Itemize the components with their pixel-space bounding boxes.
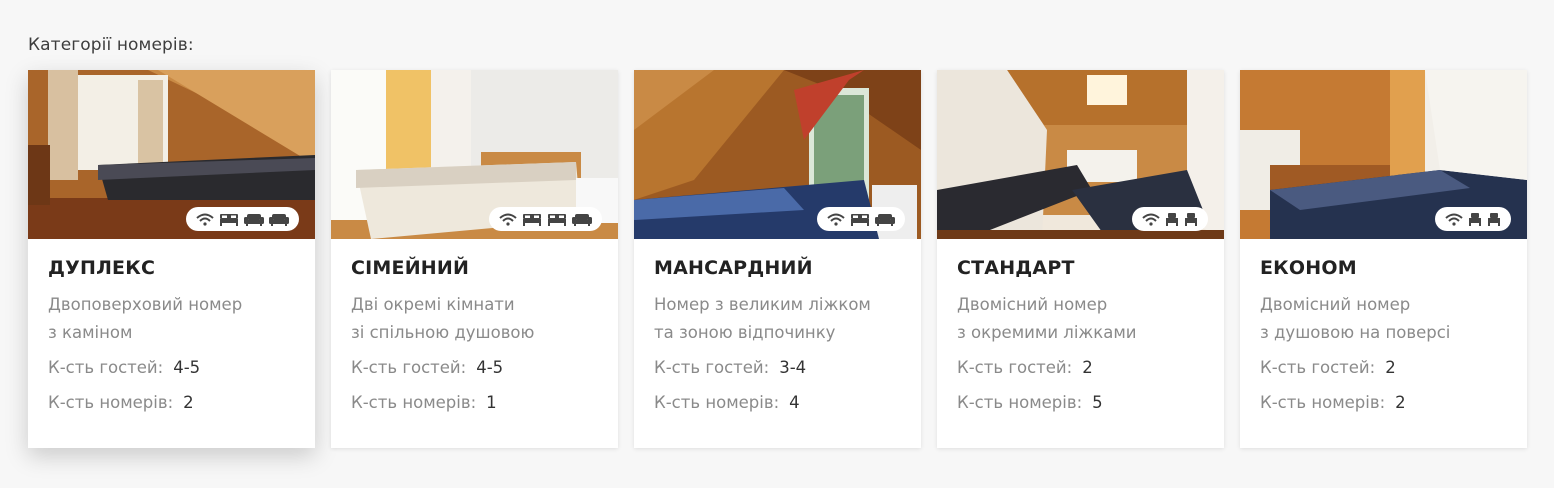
sofa-icon: [269, 213, 289, 226]
description-line: Номер з великим ліжком: [654, 295, 871, 314]
room-card-family[interactable]: СІМЕЙНИЙ Дві окремі кімнати зі спільною …: [331, 70, 618, 448]
sofa-icon: [572, 213, 592, 226]
rooms-value: 2: [1395, 393, 1406, 412]
description-line: з душовою на поверсі: [1260, 323, 1451, 342]
rooms-label: К-сть номерів:: [1260, 393, 1386, 412]
rooms-label: К-сть номерів:: [351, 393, 477, 412]
room-title: СТАНДАРТ: [957, 257, 1075, 279]
wifi-icon: [1445, 213, 1463, 226]
amenities-badge: [1132, 207, 1208, 231]
wifi-icon: [499, 213, 517, 226]
guests-value: 2: [1385, 358, 1396, 377]
room-card-economy[interactable]: ЕКОНОМ Двомісний номер з душовою на пове…: [1240, 70, 1527, 448]
rooms-row: К-сть номерів: 5: [957, 389, 1204, 416]
wifi-icon: [1142, 213, 1160, 226]
guests-row: К-сть гостей: 4-5: [48, 354, 295, 381]
rooms-label: К-сть номерів:: [957, 393, 1083, 412]
guests-row: К-сть гостей: 2: [957, 354, 1204, 381]
room-photo: [331, 70, 618, 239]
description-line: та зоною відпочинку: [654, 323, 836, 342]
guests-value: 4-5: [173, 358, 201, 377]
rooms-value: 1: [486, 393, 497, 412]
section-title: Категорії номерів:: [28, 35, 194, 55]
room-card-standard[interactable]: СТАНДАРТ Двомісний номер з окремими ліжк…: [937, 70, 1224, 448]
guests-value: 2: [1082, 358, 1093, 377]
room-description: Двомісний номер з окремими ліжками: [957, 291, 1204, 347]
single-bed-icon: [1469, 212, 1481, 226]
bed-icon: [523, 213, 541, 226]
bed-icon: [220, 213, 238, 226]
description-line: Дві окремі кімнати: [351, 295, 515, 314]
guests-label: К-сть гостей:: [654, 358, 770, 377]
sofa-icon: [875, 213, 895, 226]
guests-row: К-сть гостей: 3-4: [654, 354, 901, 381]
room-title: СІМЕЙНИЙ: [351, 257, 470, 279]
description-line: з окремими ліжками: [957, 323, 1137, 342]
room-photo: [634, 70, 921, 239]
description-line: Двомісний номер: [957, 295, 1108, 314]
amenities-badge: [817, 207, 905, 231]
room-description: Двоповерховий номер з каміном: [48, 291, 295, 347]
amenities-badge: [489, 207, 602, 231]
single-bed-icon: [1166, 212, 1178, 226]
guests-value: 3-4: [779, 358, 807, 377]
guests-value: 4-5: [476, 358, 504, 377]
room-title: ЕКОНОМ: [1260, 257, 1357, 279]
guests-label: К-сть гостей:: [351, 358, 467, 377]
rooms-label: К-сть номерів:: [654, 393, 780, 412]
rooms-label: К-сть номерів:: [48, 393, 174, 412]
room-photo: [1240, 70, 1527, 239]
rooms-value: 5: [1092, 393, 1103, 412]
wifi-icon: [196, 213, 214, 226]
description-line: Двоповерховий номер: [48, 295, 243, 314]
room-description: Дві окремі кімнати зі спільною душовою: [351, 291, 598, 347]
rooms-row: К-сть номерів: 4: [654, 389, 901, 416]
rooms-value: 4: [789, 393, 800, 412]
sofa-icon: [244, 213, 264, 226]
single-bed-icon: [1185, 212, 1197, 226]
room-description: Номер з великим ліжком та зоною відпочин…: [654, 291, 901, 347]
guests-row: К-сть гостей: 4-5: [351, 354, 598, 381]
rooms-row: К-сть номерів: 2: [1260, 389, 1507, 416]
guests-label: К-сть гостей:: [48, 358, 164, 377]
description-line: зі спільною душовою: [351, 323, 535, 342]
wifi-icon: [827, 213, 845, 226]
guests-row: К-сть гостей: 2: [1260, 354, 1507, 381]
amenities-badge: [186, 207, 299, 231]
rooms-value: 2: [183, 393, 194, 412]
room-card-attic[interactable]: МАНСАРДНИЙ Номер з великим ліжком та зон…: [634, 70, 921, 448]
room-photo: [28, 70, 315, 239]
rooms-row: К-сть номерів: 1: [351, 389, 598, 416]
single-bed-icon: [1488, 212, 1500, 226]
room-description: Двомісний номер з душовою на поверсі: [1260, 291, 1507, 347]
room-categories-list: ДУПЛЕКС Двоповерховий номер з каміном К-…: [28, 70, 1527, 448]
bed-icon: [548, 213, 566, 226]
room-card-duplex[interactable]: ДУПЛЕКС Двоповерховий номер з каміном К-…: [28, 70, 315, 448]
description-line: Двомісний номер: [1260, 295, 1411, 314]
guests-label: К-сть гостей:: [957, 358, 1073, 377]
rooms-row: К-сть номерів: 2: [48, 389, 295, 416]
description-line: з каміном: [48, 323, 133, 342]
room-title: ДУПЛЕКС: [48, 257, 156, 279]
guests-label: К-сть гостей:: [1260, 358, 1376, 377]
room-photo: [937, 70, 1224, 239]
amenities-badge: [1435, 207, 1511, 231]
bed-icon: [851, 213, 869, 226]
room-title: МАНСАРДНИЙ: [654, 257, 813, 279]
